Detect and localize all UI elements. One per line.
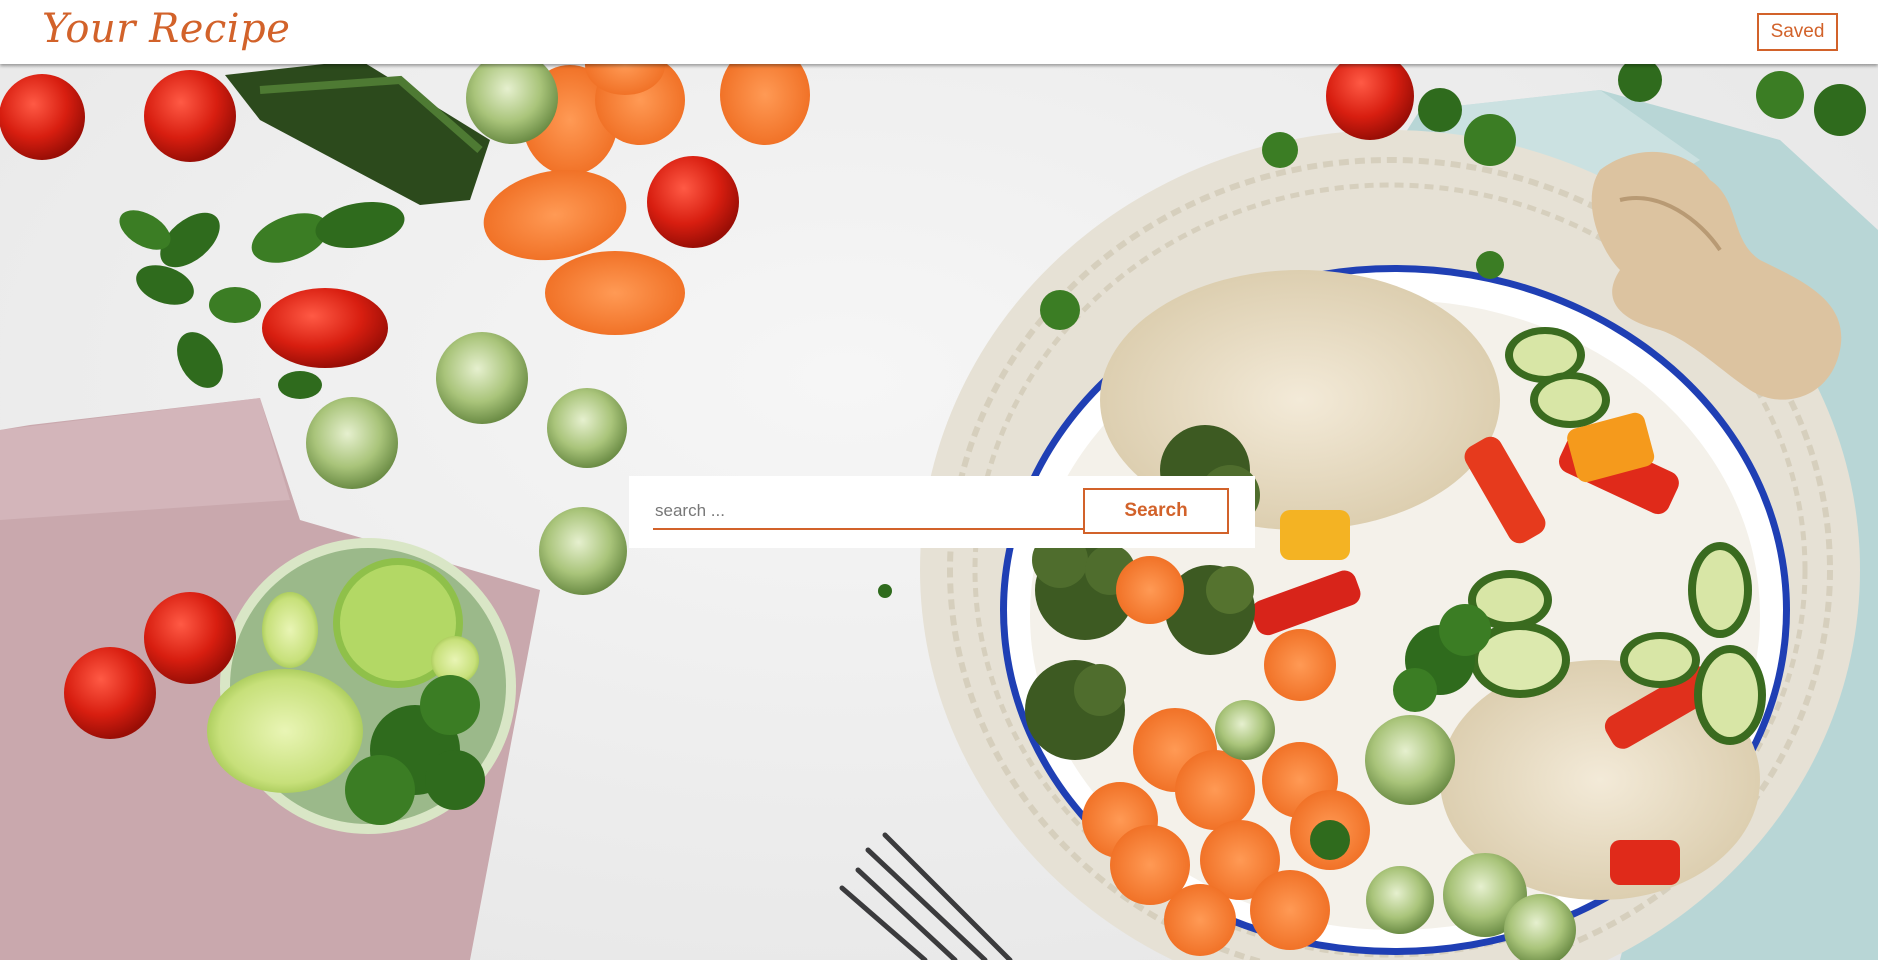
- saved-button[interactable]: Saved: [1757, 13, 1838, 51]
- top-navbar: Your Recipe Saved: [0, 0, 1878, 64]
- search-box: Search: [629, 476, 1255, 548]
- logo[interactable]: Your Recipe: [42, 6, 290, 52]
- bottom-strip: [0, 960, 1878, 966]
- search-button[interactable]: Search: [1083, 488, 1229, 534]
- search-input[interactable]: [653, 494, 1083, 530]
